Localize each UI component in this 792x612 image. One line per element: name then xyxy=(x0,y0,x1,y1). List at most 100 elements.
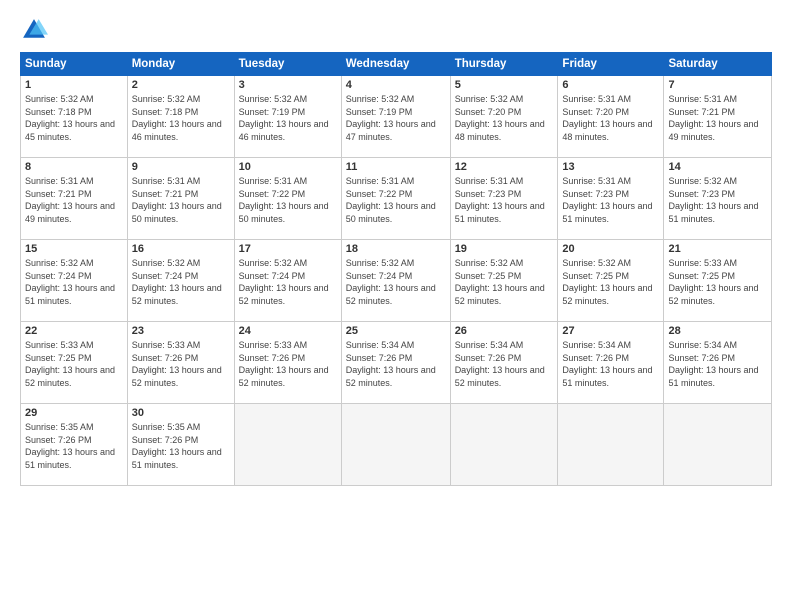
day-number: 18 xyxy=(346,243,446,255)
day-number: 1 xyxy=(25,79,123,91)
day-info: Sunrise: 5:34 AMSunset: 7:26 PMDaylight:… xyxy=(455,340,545,388)
day-info: Sunrise: 5:31 AMSunset: 7:23 PMDaylight:… xyxy=(455,176,545,224)
calendar-cell xyxy=(558,404,664,486)
table-row: 8 Sunrise: 5:31 AMSunset: 7:21 PMDayligh… xyxy=(21,158,772,240)
day-number: 24 xyxy=(239,325,337,337)
calendar-cell: 22 Sunrise: 5:33 AMSunset: 7:25 PMDaylig… xyxy=(21,322,128,404)
day-number: 8 xyxy=(25,161,123,173)
calendar-cell xyxy=(341,404,450,486)
day-number: 20 xyxy=(562,243,659,255)
day-info: Sunrise: 5:32 AMSunset: 7:19 PMDaylight:… xyxy=(239,94,329,142)
table-row: 22 Sunrise: 5:33 AMSunset: 7:25 PMDaylig… xyxy=(21,322,772,404)
calendar-cell xyxy=(664,404,772,486)
day-number: 7 xyxy=(668,79,767,91)
calendar-cell: 21 Sunrise: 5:33 AMSunset: 7:25 PMDaylig… xyxy=(664,240,772,322)
calendar-cell: 16 Sunrise: 5:32 AMSunset: 7:24 PMDaylig… xyxy=(127,240,234,322)
day-info: Sunrise: 5:35 AMSunset: 7:26 PMDaylight:… xyxy=(25,422,115,470)
day-info: Sunrise: 5:34 AMSunset: 7:26 PMDaylight:… xyxy=(668,340,758,388)
day-info: Sunrise: 5:31 AMSunset: 7:22 PMDaylight:… xyxy=(346,176,436,224)
calendar-cell: 26 Sunrise: 5:34 AMSunset: 7:26 PMDaylig… xyxy=(450,322,558,404)
calendar-cell: 28 Sunrise: 5:34 AMSunset: 7:26 PMDaylig… xyxy=(664,322,772,404)
day-number: 2 xyxy=(132,79,230,91)
calendar-cell: 12 Sunrise: 5:31 AMSunset: 7:23 PMDaylig… xyxy=(450,158,558,240)
calendar-page: Sunday Monday Tuesday Wednesday Thursday… xyxy=(0,0,792,612)
table-row: 1 Sunrise: 5:32 AMSunset: 7:18 PMDayligh… xyxy=(21,76,772,158)
day-number: 25 xyxy=(346,325,446,337)
col-monday: Monday xyxy=(127,53,234,76)
calendar-cell: 19 Sunrise: 5:32 AMSunset: 7:25 PMDaylig… xyxy=(450,240,558,322)
day-info: Sunrise: 5:32 AMSunset: 7:24 PMDaylight:… xyxy=(346,258,436,306)
day-number: 9 xyxy=(132,161,230,173)
calendar-cell: 8 Sunrise: 5:31 AMSunset: 7:21 PMDayligh… xyxy=(21,158,128,240)
day-number: 29 xyxy=(25,407,123,419)
col-wednesday: Wednesday xyxy=(341,53,450,76)
day-info: Sunrise: 5:31 AMSunset: 7:21 PMDaylight:… xyxy=(25,176,115,224)
logo xyxy=(20,16,52,44)
calendar-cell: 23 Sunrise: 5:33 AMSunset: 7:26 PMDaylig… xyxy=(127,322,234,404)
calendar-cell: 30 Sunrise: 5:35 AMSunset: 7:26 PMDaylig… xyxy=(127,404,234,486)
day-info: Sunrise: 5:32 AMSunset: 7:24 PMDaylight:… xyxy=(25,258,115,306)
day-number: 3 xyxy=(239,79,337,91)
day-number: 23 xyxy=(132,325,230,337)
col-thursday: Thursday xyxy=(450,53,558,76)
day-info: Sunrise: 5:34 AMSunset: 7:26 PMDaylight:… xyxy=(346,340,436,388)
day-info: Sunrise: 5:32 AMSunset: 7:24 PMDaylight:… xyxy=(239,258,329,306)
table-row: 15 Sunrise: 5:32 AMSunset: 7:24 PMDaylig… xyxy=(21,240,772,322)
calendar-cell: 1 Sunrise: 5:32 AMSunset: 7:18 PMDayligh… xyxy=(21,76,128,158)
calendar-cell: 29 Sunrise: 5:35 AMSunset: 7:26 PMDaylig… xyxy=(21,404,128,486)
calendar-cell: 17 Sunrise: 5:32 AMSunset: 7:24 PMDaylig… xyxy=(234,240,341,322)
day-info: Sunrise: 5:33 AMSunset: 7:25 PMDaylight:… xyxy=(25,340,115,388)
day-info: Sunrise: 5:31 AMSunset: 7:23 PMDaylight:… xyxy=(562,176,652,224)
table-row: 29 Sunrise: 5:35 AMSunset: 7:26 PMDaylig… xyxy=(21,404,772,486)
calendar-cell: 11 Sunrise: 5:31 AMSunset: 7:22 PMDaylig… xyxy=(341,158,450,240)
page-header xyxy=(20,16,772,44)
day-info: Sunrise: 5:32 AMSunset: 7:18 PMDaylight:… xyxy=(132,94,222,142)
day-number: 12 xyxy=(455,161,554,173)
day-info: Sunrise: 5:31 AMSunset: 7:21 PMDaylight:… xyxy=(132,176,222,224)
calendar-cell: 24 Sunrise: 5:33 AMSunset: 7:26 PMDaylig… xyxy=(234,322,341,404)
col-tuesday: Tuesday xyxy=(234,53,341,76)
day-info: Sunrise: 5:31 AMSunset: 7:21 PMDaylight:… xyxy=(668,94,758,142)
day-number: 27 xyxy=(562,325,659,337)
day-info: Sunrise: 5:32 AMSunset: 7:18 PMDaylight:… xyxy=(25,94,115,142)
col-friday: Friday xyxy=(558,53,664,76)
calendar-header-row: Sunday Monday Tuesday Wednesday Thursday… xyxy=(21,53,772,76)
day-info: Sunrise: 5:32 AMSunset: 7:19 PMDaylight:… xyxy=(346,94,436,142)
calendar-cell: 15 Sunrise: 5:32 AMSunset: 7:24 PMDaylig… xyxy=(21,240,128,322)
day-number: 16 xyxy=(132,243,230,255)
day-info: Sunrise: 5:32 AMSunset: 7:23 PMDaylight:… xyxy=(668,176,758,224)
day-info: Sunrise: 5:33 AMSunset: 7:26 PMDaylight:… xyxy=(132,340,222,388)
col-sunday: Sunday xyxy=(21,53,128,76)
calendar-cell xyxy=(450,404,558,486)
calendar-cell: 20 Sunrise: 5:32 AMSunset: 7:25 PMDaylig… xyxy=(558,240,664,322)
calendar-cell: 9 Sunrise: 5:31 AMSunset: 7:21 PMDayligh… xyxy=(127,158,234,240)
day-number: 26 xyxy=(455,325,554,337)
day-info: Sunrise: 5:33 AMSunset: 7:25 PMDaylight:… xyxy=(668,258,758,306)
calendar-cell: 3 Sunrise: 5:32 AMSunset: 7:19 PMDayligh… xyxy=(234,76,341,158)
day-number: 4 xyxy=(346,79,446,91)
day-info: Sunrise: 5:33 AMSunset: 7:26 PMDaylight:… xyxy=(239,340,329,388)
calendar-cell: 18 Sunrise: 5:32 AMSunset: 7:24 PMDaylig… xyxy=(341,240,450,322)
calendar-cell xyxy=(234,404,341,486)
calendar-cell: 6 Sunrise: 5:31 AMSunset: 7:20 PMDayligh… xyxy=(558,76,664,158)
day-number: 21 xyxy=(668,243,767,255)
day-info: Sunrise: 5:34 AMSunset: 7:26 PMDaylight:… xyxy=(562,340,652,388)
day-info: Sunrise: 5:32 AMSunset: 7:25 PMDaylight:… xyxy=(455,258,545,306)
calendar-cell: 4 Sunrise: 5:32 AMSunset: 7:19 PMDayligh… xyxy=(341,76,450,158)
day-number: 22 xyxy=(25,325,123,337)
logo-icon xyxy=(20,16,48,44)
day-info: Sunrise: 5:32 AMSunset: 7:20 PMDaylight:… xyxy=(455,94,545,142)
day-number: 15 xyxy=(25,243,123,255)
calendar-cell: 10 Sunrise: 5:31 AMSunset: 7:22 PMDaylig… xyxy=(234,158,341,240)
day-info: Sunrise: 5:32 AMSunset: 7:25 PMDaylight:… xyxy=(562,258,652,306)
col-saturday: Saturday xyxy=(664,53,772,76)
day-info: Sunrise: 5:31 AMSunset: 7:20 PMDaylight:… xyxy=(562,94,652,142)
day-number: 14 xyxy=(668,161,767,173)
day-info: Sunrise: 5:35 AMSunset: 7:26 PMDaylight:… xyxy=(132,422,222,470)
day-number: 13 xyxy=(562,161,659,173)
calendar-cell: 13 Sunrise: 5:31 AMSunset: 7:23 PMDaylig… xyxy=(558,158,664,240)
day-number: 10 xyxy=(239,161,337,173)
day-number: 5 xyxy=(455,79,554,91)
calendar-cell: 2 Sunrise: 5:32 AMSunset: 7:18 PMDayligh… xyxy=(127,76,234,158)
day-number: 28 xyxy=(668,325,767,337)
